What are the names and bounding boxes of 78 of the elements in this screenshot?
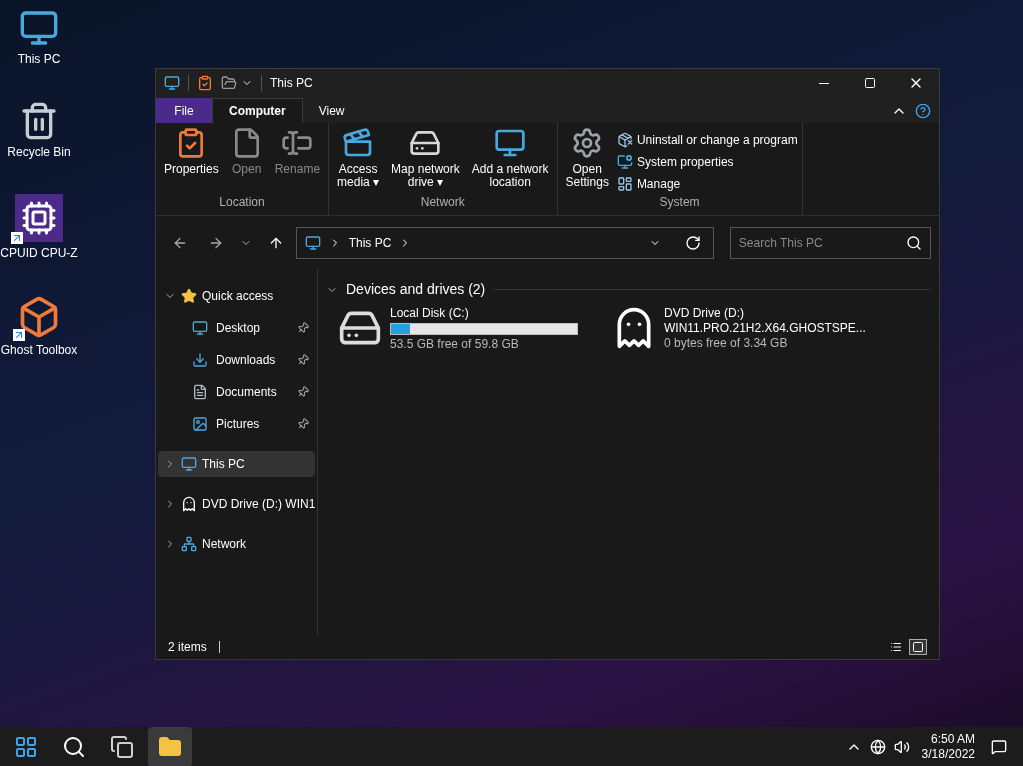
ribbon-tab[interactable]: File <box>156 98 212 123</box>
clock[interactable]: 6:50 AM 3/18/2022 <box>921 731 975 762</box>
folder-icon <box>158 734 182 759</box>
navigation-item[interactable]: Network <box>158 531 315 557</box>
group-header: Devices and drives (2) <box>346 280 486 299</box>
desktop-icon-label: Ghost Toolbox <box>0 343 78 358</box>
star-icon <box>181 288 197 304</box>
ribbon-button[interactable]: Properties <box>160 127 223 176</box>
network-icon <box>181 536 197 552</box>
clipboard-check-icon[interactable] <box>197 75 213 91</box>
folder-icon[interactable] <box>221 75 237 91</box>
ribbon-group-label: Location <box>218 194 266 211</box>
ribbon-button[interactable]: Open Settings <box>561 127 613 189</box>
desktop-icon <box>192 320 208 336</box>
volume-icon[interactable] <box>893 738 910 755</box>
ribbon-group-label: System <box>658 194 701 211</box>
desktop-shortcut[interactable]: This PC <box>0 8 78 67</box>
search-input[interactable]: Search This PC <box>738 233 906 252</box>
minimize-icon <box>819 82 829 84</box>
large-icons-view-button[interactable] <box>909 639 927 655</box>
ribbon-button[interactable]: Add a network location <box>467 127 553 189</box>
picture-icon <box>192 416 208 432</box>
start-icon <box>14 734 38 759</box>
drive-tile[interactable]: Local Disk (C:) 53.5 GB free of 59.8 GB <box>338 306 600 352</box>
download-icon <box>192 352 208 368</box>
navigation-item[interactable]: Documents <box>156 379 317 405</box>
monitor-icon <box>494 127 527 159</box>
drive-label: WIN11.PRO.21H2.X64.GHOSTSPE... <box>664 321 866 336</box>
free-space-text: 53.5 GB free of 59.8 GB <box>390 337 519 352</box>
address-bar[interactable]: This PC <box>295 226 714 259</box>
package-icon <box>616 132 633 148</box>
navigation-item[interactable]: Desktop <box>156 315 317 341</box>
search-icon <box>906 234 922 251</box>
monitor-icon <box>304 234 321 251</box>
navigation-item[interactable]: This PC <box>158 451 315 477</box>
desktop-icon-label: This PC <box>17 52 61 67</box>
status-text: 2 items <box>168 639 207 656</box>
navigation-item[interactable]: Pictures <box>156 411 317 437</box>
ribbon-button[interactable]: Uninstall or change a program <box>616 131 798 149</box>
desktop-icon-label: CPUID CPU-Z <box>0 246 78 261</box>
taskbar-button[interactable] <box>148 726 192 766</box>
notifications-icon[interactable] <box>991 738 1007 755</box>
breadcrumb[interactable]: This PC <box>348 233 392 252</box>
maximize-icon <box>864 77 876 89</box>
drive-name: Local Disk (C:) <box>390 306 469 321</box>
desktop-shortcut[interactable]: Recycle Bin <box>0 101 78 160</box>
search-field[interactable]: Search This PC <box>729 226 931 259</box>
ribbon-tab[interactable]: View <box>302 98 361 123</box>
help-icon[interactable] <box>915 103 931 119</box>
monitor-icon <box>19 8 59 48</box>
refresh-icon[interactable] <box>684 234 701 251</box>
navigation-item[interactable]: Quick access <box>158 283 315 309</box>
drive-tile[interactable]: DVD Drive (D:) WIN11.PRO.21H2.X64.GHOSTSPE... 0 bytes free of 3.34 GB <box>612 306 874 352</box>
cpu-icon <box>15 194 63 242</box>
square-icon <box>912 641 924 653</box>
ribbon-button[interactable]: Map network drive ▾ <box>387 127 464 189</box>
list-icon <box>890 641 902 653</box>
navigation-item[interactable]: Downloads <box>156 347 317 373</box>
ghost-icon <box>181 496 197 512</box>
ribbon-button[interactable]: Manage <box>616 175 798 193</box>
drive-name: DVD Drive (D:) <box>664 306 744 321</box>
monitor-icon <box>616 154 633 170</box>
desktop-shortcut[interactable]: Ghost Toolbox <box>0 295 78 358</box>
ribbon-button[interactable]: Access media ▾ <box>333 127 384 189</box>
ribbon-tab[interactable]: Computer <box>212 98 303 123</box>
globe-icon[interactable] <box>869 738 886 755</box>
ribbon-button[interactable]: System properties <box>616 153 798 171</box>
window-title: This PC <box>270 75 313 92</box>
search-icon <box>62 734 86 759</box>
monitor-icon <box>181 456 197 472</box>
navigation-item[interactable]: DVD Drive (D:) WIN1 <box>158 491 315 517</box>
document-icon <box>192 384 208 400</box>
desktop-shortcut[interactable]: CPUID CPU-Z <box>0 194 78 261</box>
desktop-icon-label: Recycle Bin <box>7 145 71 160</box>
task-view-icon <box>110 734 134 759</box>
free-space-text: 0 bytes free of 3.34 GB <box>664 336 788 351</box>
monitor-icon <box>164 75 180 91</box>
ribbon-group-label: Network <box>419 194 466 211</box>
